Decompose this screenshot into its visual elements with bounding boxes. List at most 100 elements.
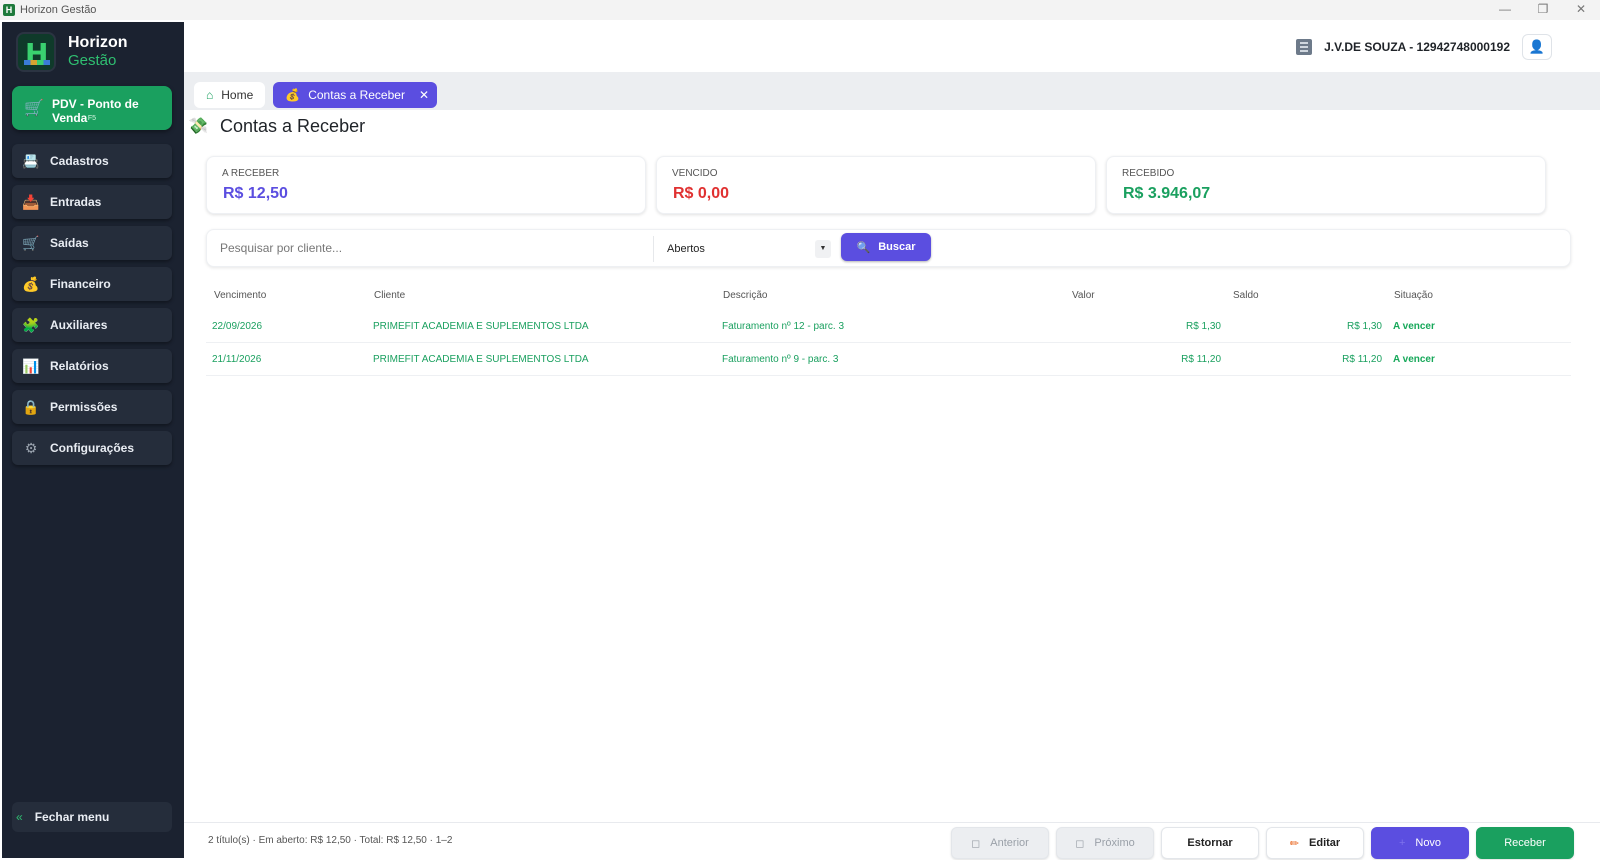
divider	[653, 236, 654, 262]
column-header[interactable]: Descrição	[723, 282, 767, 310]
sidebar-item-relatorios[interactable]: 📊 Relatórios	[12, 349, 172, 383]
cell-descricao: Faturamento nº 9 - parc. 3	[722, 354, 839, 365]
permissoes-icon: 🔒	[22, 399, 40, 415]
user-button[interactable]: 👤	[1522, 34, 1552, 60]
search-button-label: Buscar	[878, 241, 916, 253]
receive-label: Receber	[1504, 837, 1546, 849]
sidebar-item-label: Relatórios	[50, 359, 109, 373]
content-panel: 💸 Contas a Receber A RECEBER R$ 12,50 VE…	[184, 110, 1600, 860]
column-header[interactable]: Saldo	[1233, 282, 1259, 310]
previous-button[interactable]: ◻ Anterior	[951, 827, 1049, 859]
relatorios-icon: 📊	[22, 358, 40, 374]
user-icon: 👤	[1528, 39, 1546, 54]
sidebar-item-label: Entradas	[50, 195, 102, 209]
plus-icon: +	[1398, 837, 1406, 849]
estornar-label: Estornar	[1187, 837, 1233, 849]
sidebar-item-label: Financeiro	[50, 277, 111, 291]
column-header[interactable]: Situação	[1394, 282, 1433, 310]
search-input[interactable]	[208, 231, 652, 265]
sidebar-item-label: Configurações	[50, 441, 135, 455]
company-name: J.V.DE SOUZA - 12942748000192	[1324, 40, 1510, 54]
sidebar-item-financeiro[interactable]: 💰 Financeiro	[12, 267, 172, 301]
close-window-button[interactable]: ✕	[1562, 0, 1600, 20]
window-titlebar: H Horizon Gestão — ❐ ✕	[0, 0, 1600, 20]
magnifier-icon: 🔍	[856, 241, 871, 254]
card-value: R$ 0,00	[673, 185, 730, 202]
card-label: RECEBIDO	[1122, 168, 1175, 179]
sidebar-item-label: Cadastros	[50, 154, 109, 168]
restore-button[interactable]: ❐	[1524, 0, 1562, 20]
double-chevron-left-icon: «	[16, 810, 23, 824]
edit-label: Editar	[1309, 837, 1341, 849]
auxiliares-icon: 🧩	[22, 317, 40, 333]
sidebar: H Horizon Gestão 🛒 PDV - Ponto de Venda …	[2, 22, 184, 858]
previous-label: Anterior	[990, 837, 1029, 849]
company-info: J.V.DE SOUZA - 12942748000192	[1296, 39, 1510, 55]
chevron-down-icon: ▼	[815, 240, 831, 258]
cell-vencimento: 22/09/2026	[212, 321, 263, 332]
tab-home[interactable]: ⌂ Home	[194, 82, 266, 108]
cadastros-icon: 📇	[22, 153, 40, 169]
cell-saldo: R$ 1,30	[1346, 321, 1382, 332]
summary-card-recebido: RECEBIDO R$ 3.946,07	[1106, 156, 1546, 214]
window-title: Horizon Gestão	[20, 4, 97, 16]
cell-situacao: A vencer	[1393, 321, 1435, 332]
financeiro-icon: 💰	[22, 276, 40, 292]
table-row[interactable]: 21/11/2026 PRIMEFIT ACADEMIA E SUPLEMENT…	[206, 343, 1571, 376]
new-button[interactable]: + Novo	[1371, 827, 1469, 859]
close-menu-label: Fechar menu	[34, 810, 110, 824]
saidas-icon: 🛒	[22, 235, 40, 251]
pdv-button[interactable]: 🛒 PDV - Ponto de Venda F5	[12, 86, 172, 130]
cell-valor: R$ 11,20	[1181, 354, 1221, 365]
receive-button[interactable]: Receber	[1476, 827, 1574, 859]
search-button[interactable]: 🔍 Buscar	[841, 233, 931, 261]
next-button[interactable]: ◻ Próximo	[1056, 827, 1154, 859]
edit-button[interactable]: ✏ Editar	[1266, 827, 1364, 859]
tab-contas-a-receber[interactable]: 💰 Contas a Receber ✕	[273, 82, 438, 108]
configuracoes-icon: ⚙	[24, 440, 38, 456]
sidebar-item-cadastros[interactable]: 📇 Cadastros	[12, 144, 172, 178]
sidebar-item-permissoes[interactable]: 🔒 Permissões	[12, 390, 172, 424]
card-value: R$ 12,50	[223, 185, 288, 202]
arrow-right-icon: ◻	[1075, 837, 1085, 850]
home-icon: ⌂	[206, 88, 214, 102]
pdv-shortcut: F5	[87, 115, 97, 122]
sidebar-item-entradas[interactable]: 📥 Entradas	[12, 185, 172, 219]
tab-home-label: Home	[221, 88, 254, 102]
status-filter-select[interactable]: Abertos ▼	[667, 238, 831, 260]
building-icon	[1296, 39, 1313, 55]
table-row[interactable]: 22/09/2026 PRIMEFIT ACADEMIA E SUPLEMENT…	[206, 310, 1571, 343]
summary-card-a-receber: A RECEBER R$ 12,50	[206, 156, 646, 214]
sidebar-item-auxiliares[interactable]: 🧩 Auxiliares	[12, 308, 172, 342]
card-label: VENCIDO	[672, 168, 718, 179]
top-header: J.V.DE SOUZA - 12942748000192 👤	[184, 22, 1600, 72]
tab-bar: ⌂ Home 💰 Contas a Receber ✕	[194, 82, 445, 108]
sidebar-item-saidas[interactable]: 🛒 Saídas	[12, 226, 172, 260]
minimize-button[interactable]: —	[1486, 0, 1524, 20]
cell-descricao: Faturamento nº 12 - parc. 3	[722, 321, 845, 332]
close-menu-button[interactable]: « Fechar menu	[12, 802, 172, 832]
money-icon: 💸	[188, 118, 208, 135]
sidebar-item-configuracoes[interactable]: ⚙ Configurações	[12, 431, 172, 465]
app-icon: H	[3, 4, 15, 16]
status-filter-value: Abertos	[667, 243, 705, 255]
footer-bar: 2 título(s) · Em aberto: R$ 12,50 · Tota…	[184, 822, 1600, 860]
next-label: Próximo	[1094, 837, 1135, 849]
search-bar: Abertos ▼ 🔍 Buscar	[206, 229, 1571, 267]
column-header[interactable]: Vencimento	[214, 282, 266, 310]
summary-card-vencido: VENCIDO R$ 0,00	[656, 156, 1096, 214]
money-bag-icon: 💰	[285, 88, 301, 102]
sidebar-item-label: Saídas	[50, 236, 89, 250]
brand-sub: Gestão	[68, 52, 117, 69]
cell-cliente: PRIMEFIT ACADEMIA E SUPLEMENTOS LTDA	[373, 354, 589, 365]
close-tab-icon[interactable]: ✕	[419, 88, 429, 102]
column-header[interactable]: Valor	[1072, 282, 1095, 310]
sidebar-item-label: Permissões	[50, 400, 118, 414]
cell-vencimento: 21/11/2026	[212, 354, 262, 365]
new-label: Novo	[1415, 837, 1442, 849]
column-header[interactable]: Cliente	[374, 282, 405, 310]
card-value: R$ 3.946,07	[1123, 185, 1211, 202]
cell-situacao: A vencer	[1393, 354, 1435, 365]
estornar-button[interactable]: Estornar	[1161, 827, 1259, 859]
sidebar-item-label: Auxiliares	[50, 318, 108, 332]
